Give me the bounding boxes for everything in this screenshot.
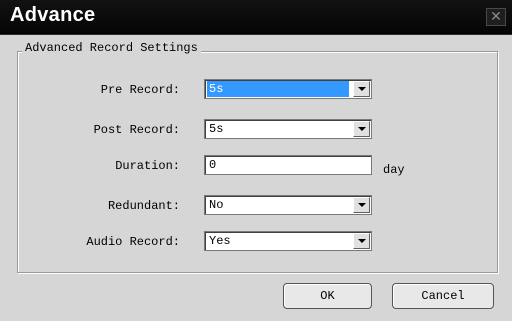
dialog-title: Advance	[10, 4, 96, 26]
pre-record-label: Pre Record:	[100, 83, 180, 97]
ok-button[interactable]: OK	[283, 283, 372, 309]
duration-value: 0	[209, 158, 217, 172]
advance-dialog: Advance ✕ Advanced Record Settings Pre R…	[0, 0, 512, 321]
duration-input[interactable]: 0	[204, 155, 372, 175]
duration-unit: day	[383, 163, 405, 177]
close-icon: ✕	[490, 9, 502, 25]
title-bar[interactable]: Advance ✕	[0, 0, 512, 35]
duration-label: Duration:	[115, 159, 180, 173]
group-title: Advanced Record Settings	[22, 41, 201, 55]
chevron-down-icon[interactable]	[353, 233, 370, 249]
audio-record-select[interactable]: Yes	[204, 231, 372, 251]
close-button[interactable]: ✕	[486, 8, 506, 26]
cancel-button[interactable]: Cancel	[392, 283, 494, 309]
audio-record-value: Yes	[209, 234, 231, 248]
pre-record-select[interactable]: 5s	[204, 79, 372, 99]
post-record-label: Post Record:	[93, 123, 180, 137]
pre-record-value: 5s	[207, 81, 349, 97]
chevron-down-icon[interactable]	[353, 121, 370, 137]
redundant-label: Redundant:	[107, 199, 180, 213]
audio-record-label: Audio Record:	[86, 235, 180, 249]
post-record-value: 5s	[209, 122, 224, 136]
chevron-down-icon[interactable]	[353, 197, 370, 213]
redundant-value: No	[209, 198, 224, 212]
post-record-select[interactable]: 5s	[204, 119, 372, 139]
redundant-select[interactable]: No	[204, 195, 372, 215]
chevron-down-icon[interactable]	[353, 81, 370, 97]
